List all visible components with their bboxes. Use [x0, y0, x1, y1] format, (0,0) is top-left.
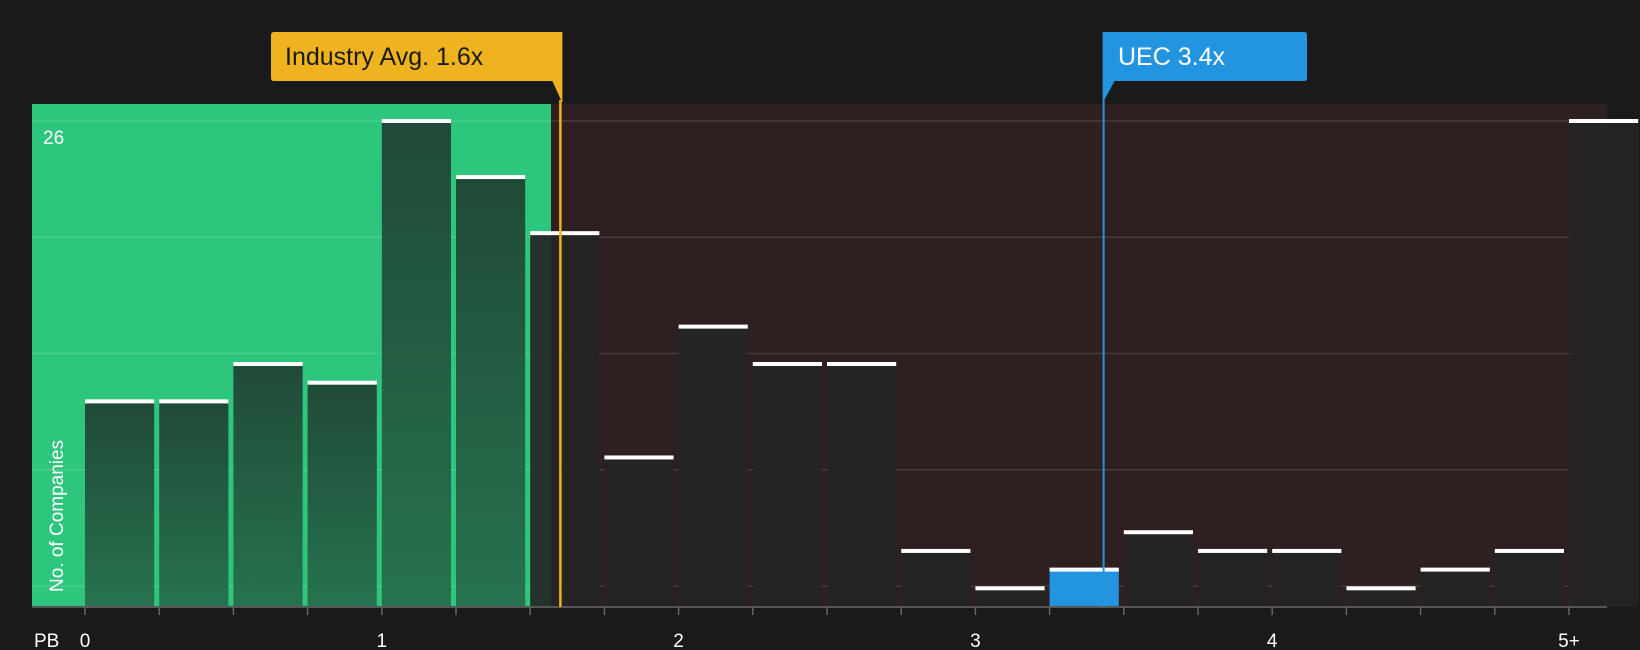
pb-histogram-chart: 0 1 2 3 4 5+ 26 No. of Companies PB Industry … [32, 32, 1639, 650]
histogram-bar-cap [307, 380, 377, 385]
x-tick-label: 1 [377, 631, 388, 650]
y-axis-max-label: 26 [43, 128, 64, 149]
histogram-bar [1198, 550, 1268, 607]
histogram-bar [381, 121, 451, 607]
histogram-bar [975, 588, 1045, 607]
histogram-bar [85, 401, 155, 607]
y-axis-label: No. of Companies [47, 440, 68, 592]
histogram-bar [456, 177, 526, 608]
histogram-bar-cap [1346, 586, 1416, 591]
histogram-bar [1494, 550, 1564, 607]
histogram-bar [233, 364, 303, 607]
x-axis: 0 1 2 3 4 5+ [32, 606, 1607, 650]
histogram-bar [901, 550, 971, 607]
histogram-bar-cap [1420, 567, 1490, 572]
histogram-bar [1569, 121, 1639, 607]
histogram-bar-cap [233, 362, 303, 366]
industry-average-callout: Industry Avg. 1.6x [271, 32, 563, 103]
histogram-bar-cap [1272, 548, 1342, 553]
histogram-bar-cap [1123, 530, 1193, 535]
histogram-bar [1049, 569, 1119, 607]
histogram-bar-cap [604, 455, 674, 460]
industry-average-label: Industry Avg. 1.6x [285, 43, 484, 71]
histogram-bar-cap [1049, 567, 1119, 572]
histogram-bar-cap [678, 324, 748, 329]
histogram-bar [604, 457, 674, 607]
histogram-bar-cap [1198, 548, 1268, 553]
callouts: Industry Avg. 1.6x UEC 3.4x [271, 32, 1307, 103]
histogram-bar-cap [159, 399, 229, 404]
histogram-bar-cap [901, 548, 971, 553]
histogram-bar [752, 364, 822, 607]
histogram-bar-cap [975, 586, 1045, 591]
histogram-bar [827, 364, 897, 607]
histogram-bar-cap [752, 362, 822, 366]
histogram-bar [159, 401, 229, 607]
x-tick-label: 4 [1267, 631, 1278, 650]
company-label: UEC 3.4x [1118, 43, 1225, 71]
histogram-bar-cap [530, 231, 600, 236]
histogram-bar-cap [456, 175, 526, 180]
histogram-bar [1272, 550, 1342, 607]
x-tick-label: 5+ [1558, 631, 1580, 650]
x-tick-label: 2 [673, 631, 684, 650]
histogram-bar-cap [827, 362, 897, 366]
histogram-bar-cap [85, 399, 155, 404]
x-tick-label: 3 [970, 631, 981, 650]
x-axis-label: PB [34, 631, 59, 650]
histogram-bar [678, 326, 748, 607]
x-tick-label: 0 [80, 631, 91, 650]
histogram-bar [530, 233, 600, 607]
company-callout: UEC 3.4x [1102, 32, 1307, 103]
histogram-bar [307, 382, 377, 607]
histogram-bar [1123, 532, 1193, 607]
histogram-bar-cap [1494, 548, 1564, 553]
histogram-bar [1420, 569, 1490, 607]
histogram-bar-cap [381, 119, 451, 123]
histogram-bar-cap [1569, 119, 1639, 123]
histogram-bar [1346, 588, 1416, 607]
